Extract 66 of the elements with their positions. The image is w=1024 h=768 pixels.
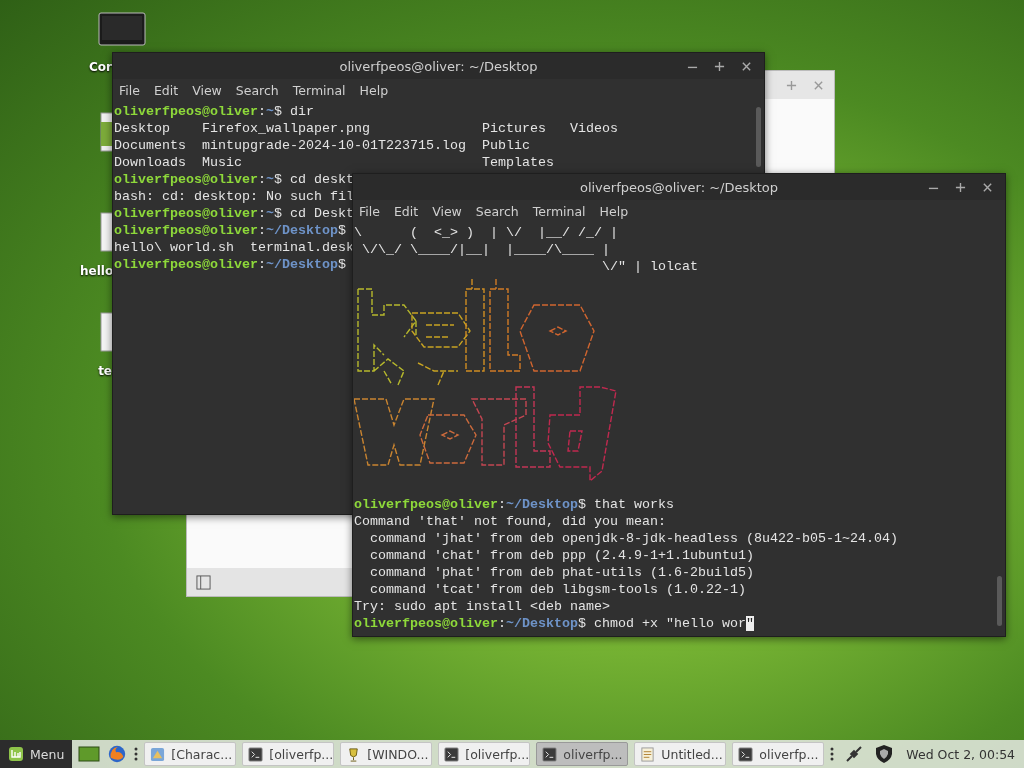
terminal-line: \/\_/ \____/|__| |____/\____ | — [361, 241, 610, 258]
taskbar-window-button[interactable]: oliverfp... — [536, 742, 629, 766]
taskbar-window-button[interactable]: [WINDO... — [340, 742, 433, 766]
menu-item[interactable]: Terminal — [292, 83, 346, 98]
close-icon[interactable] — [741, 61, 752, 72]
terminal-line: oliverfpeos@oliver:~$ dir — [114, 103, 314, 120]
menu-item[interactable]: View — [432, 204, 462, 219]
menu-button[interactable]: Menu — [0, 740, 73, 768]
terminal-icon[interactable] — [738, 746, 754, 762]
terminal-line: oliverfpeos@oliver:~$ cd deskt — [114, 171, 354, 188]
taskbar-window-button[interactable]: [oliverfp... — [438, 742, 531, 766]
terminal-icon[interactable] — [248, 746, 264, 762]
shield-icon[interactable] — [874, 744, 895, 764]
terminal-icon[interactable] — [444, 746, 460, 762]
maximize-icon[interactable] — [955, 182, 966, 193]
terminal-line: Try: sudo apt install <deb name> — [354, 598, 610, 615]
terminal-line: Documents mintupgrade-2024-10-01T223715.log Public — [114, 137, 530, 154]
terminal-line: command 'jhat' from deb openjdk-8-jdk-headless (8u422-b05-1~24.04) — [369, 530, 898, 547]
menu-item[interactable]: File — [119, 83, 140, 98]
icon-label[interactable]: te — [80, 364, 112, 378]
icon-label[interactable]: Cor — [80, 60, 112, 74]
terminal-line: oliverfpeos@oliver:~/Desktop$ that works — [354, 496, 674, 513]
menu-item[interactable]: Edit — [393, 204, 419, 219]
menu-item[interactable]: Terminal — [532, 204, 586, 219]
menu-item[interactable]: View — [192, 83, 222, 98]
close-icon[interactable] — [982, 182, 993, 193]
menu-logo-icon[interactable] — [8, 746, 24, 762]
menu-item[interactable]: Help — [359, 83, 389, 98]
grip-icon[interactable] — [134, 746, 139, 762]
monitor-icon[interactable] — [98, 12, 146, 46]
terminal-line: oliverfpeos@oliver:~/Desktop$ — [114, 222, 346, 239]
sidebar-icon[interactable] — [196, 574, 211, 590]
terminal-line: oliverfpeos@oliver:~$ cd Deskt — [114, 205, 354, 222]
terminal-line: oliverfpeos@oliver:~/Desktop$ chmod +x "hello wor" — [354, 615, 754, 632]
menu-item[interactable]: File — [359, 204, 380, 219]
clock[interactable]: Wed Oct 2, 00:54 — [906, 746, 1016, 762]
terminal-line: hello\ world.sh terminal.desk — [114, 239, 354, 256]
scrollbar-thumb[interactable] — [756, 107, 761, 167]
show-desktop-icon[interactable] — [78, 744, 101, 764]
taskbar-window-button[interactable]: [oliverfp... — [242, 742, 335, 766]
maximize-icon[interactable] — [714, 61, 725, 72]
window-title: oliverfpeos@oliver: ~/Desktop — [579, 179, 779, 195]
terminal-line: Command 'that' not found, did you mean: — [354, 513, 666, 530]
terminal-line: bash: cd: desktop: No such fil — [114, 188, 354, 205]
terminal-line: command 'tcat' from deb libgsm-tools (1.0.22-1) — [369, 581, 746, 598]
scrollbar-thumb[interactable] — [997, 576, 1002, 626]
terminal-line: \ ( <_> ) | \/ |__/ /_/ | — [354, 224, 618, 241]
terminal-icon[interactable] — [542, 746, 558, 762]
menu-item[interactable]: Search — [475, 204, 519, 219]
menu-item[interactable]: Search — [235, 83, 279, 98]
window-title: oliverfpeos@oliver: ~/Desktop — [339, 58, 538, 74]
terminal-line: command 'chat' from deb ppp (2.4.9-1+1.1ubuntu1) — [369, 547, 754, 564]
menu-item[interactable]: Edit — [153, 83, 179, 98]
notepad-icon[interactable] — [640, 746, 656, 762]
terminal-line: Desktop Firefox_wallpaper.png Pictures Videos — [114, 120, 618, 137]
taskbar-window-button[interactable]: Untitled... — [634, 742, 727, 766]
taskbar-window-button[interactable]: [Charac... — [144, 742, 237, 766]
terminal-line: \/" | lolcat — [600, 258, 698, 275]
menu-item[interactable]: Help — [599, 204, 629, 219]
taskbar-window-button[interactable]: oliverfp... — [732, 742, 825, 766]
icon-label[interactable]: hello — [80, 264, 112, 278]
terminal-line: Downloads Music Templates — [114, 154, 554, 171]
grip-icon[interactable] — [830, 746, 835, 762]
network-icon[interactable] — [844, 744, 865, 764]
terminal-line: oliverfpeos@oliver:~/Desktop$ — [114, 256, 346, 273]
terminal-line: command 'phat' from deb phat-utils (1.6-2build5) — [369, 564, 754, 581]
